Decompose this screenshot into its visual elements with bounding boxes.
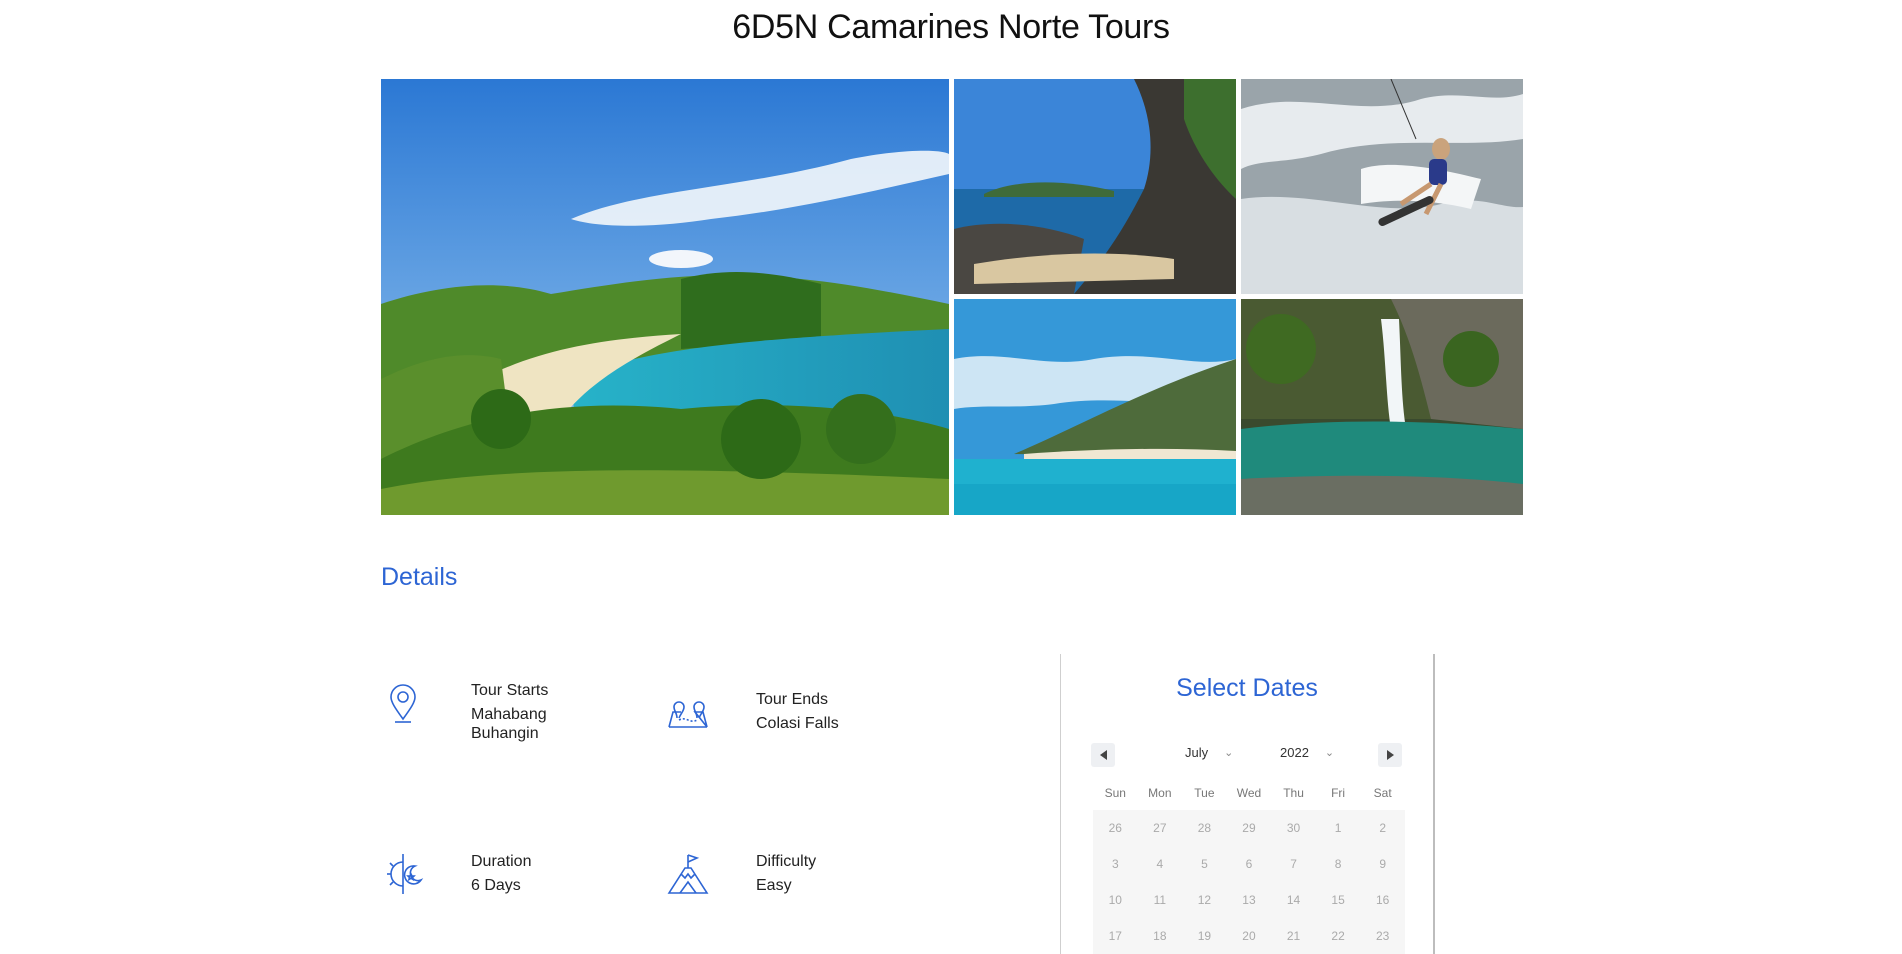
calendar-week-row: 17 18 19 20 21 22 23 [1093,918,1405,954]
calendar-day[interactable]: 16 [1360,882,1405,918]
weekday-label: Sun [1104,786,1126,800]
kitesurfer-photo[interactable] [1241,79,1523,294]
calendar-day[interactable]: 12 [1182,882,1227,918]
calendar-day[interactable]: 30 [1271,810,1316,846]
calendar-day[interactable]: 4 [1138,846,1183,882]
calendar-week-row: 26 27 28 29 30 1 2 [1093,810,1405,846]
difficulty-info: Difficulty Easy [666,852,866,896]
calendar-day[interactable]: 20 [1227,918,1272,954]
calendar-day[interactable]: 2 [1360,810,1405,846]
tour-ends-label: Tour Ends [756,691,829,708]
calendar-day[interactable]: 27 [1138,810,1183,846]
calendar-day[interactable]: 8 [1316,846,1361,882]
prev-month-button[interactable] [1091,743,1115,767]
date-picker-panel: Select Dates July ⌄ 2022 ⌄ Sun Mon Tue W… [1060,654,1435,954]
calendar-day[interactable]: 13 [1227,882,1272,918]
year-select-value: 2022 [1280,745,1309,760]
beach-bay-photo[interactable] [381,79,949,515]
tour-ends-info: Tour Ends Colasi Falls [666,690,866,734]
page-title: 6D5N Camarines Norte Tours [732,8,1170,46]
calendar-day[interactable]: 18 [1138,918,1183,954]
difficulty-label: Difficulty [756,853,817,870]
calendar-day[interactable]: 21 [1271,918,1316,954]
island-photo[interactable] [954,299,1236,515]
calendar-grid: 26 27 28 29 30 1 2 3 4 5 6 7 8 9 10 11 1… [1093,810,1405,954]
tour-starts-info: Tour Starts Mahabang Buhangin [381,681,581,743]
tour-ends-value: Colasi Falls [756,715,839,732]
calendar-day[interactable]: 26 [1093,810,1138,846]
photo-gallery [381,79,1523,515]
calendar-day[interactable]: 15 [1316,882,1361,918]
calendar-day[interactable]: 7 [1271,846,1316,882]
duration-label: Duration [471,853,532,870]
difficulty-value: Easy [756,877,792,894]
calendar-day[interactable]: 23 [1360,918,1405,954]
year-select[interactable]: 2022 ⌄ [1280,745,1334,760]
chevron-down-icon: ⌄ [1224,747,1234,759]
tour-starts-label: Tour Starts [471,682,549,699]
next-month-button[interactable] [1378,743,1402,767]
tour-starts-value: Mahabang Buhangin [471,706,547,742]
calendar-day[interactable]: 3 [1093,846,1138,882]
caret-left-icon [1099,750,1107,760]
calendar-day[interactable]: 14 [1271,882,1316,918]
weekday-label: Sat [1373,786,1392,800]
weekday-label: Fri [1331,786,1346,800]
calendar-day[interactable]: 9 [1360,846,1405,882]
duration-info: Duration 6 Days [381,852,581,896]
location-pin-icon [381,681,425,725]
calendar-day[interactable]: 6 [1227,846,1272,882]
mountain-flag-icon [666,852,710,896]
month-select[interactable]: July ⌄ [1185,745,1233,760]
calendar-day[interactable]: 28 [1182,810,1227,846]
weekday-header: Sun Mon Tue Wed Thu Fri Sat [1093,786,1405,800]
details-heading: Details [381,563,458,591]
waterfall-photo[interactable] [1241,299,1523,515]
duration-value: 6 Days [471,877,521,894]
weekday-label: Wed [1236,786,1262,800]
calendar-week-row: 10 11 12 13 14 15 16 [1093,882,1405,918]
calendar-day[interactable]: 22 [1316,918,1361,954]
rocky-coast-photo[interactable] [954,79,1236,294]
chevron-down-icon: ⌄ [1324,747,1335,759]
calendar-day[interactable]: 1 [1316,810,1361,846]
month-select-value: July [1185,745,1209,760]
weekday-label: Tue [1194,786,1215,800]
calendar-day[interactable]: 17 [1093,918,1138,954]
calendar-day[interactable]: 19 [1182,918,1227,954]
calendar-day[interactable]: 5 [1182,846,1227,882]
calendar-day[interactable]: 11 [1138,882,1183,918]
caret-right-icon [1386,750,1394,760]
map-route-icon [666,690,710,734]
select-dates-title: Select Dates [1176,674,1318,702]
moon-sun-icon [381,852,425,896]
weekday-label: Thu [1283,786,1304,800]
calendar-day[interactable]: 29 [1227,810,1272,846]
calendar-day[interactable]: 10 [1093,882,1138,918]
weekday-label: Mon [1148,786,1172,800]
calendar-week-row: 3 4 5 6 7 8 9 [1093,846,1405,882]
